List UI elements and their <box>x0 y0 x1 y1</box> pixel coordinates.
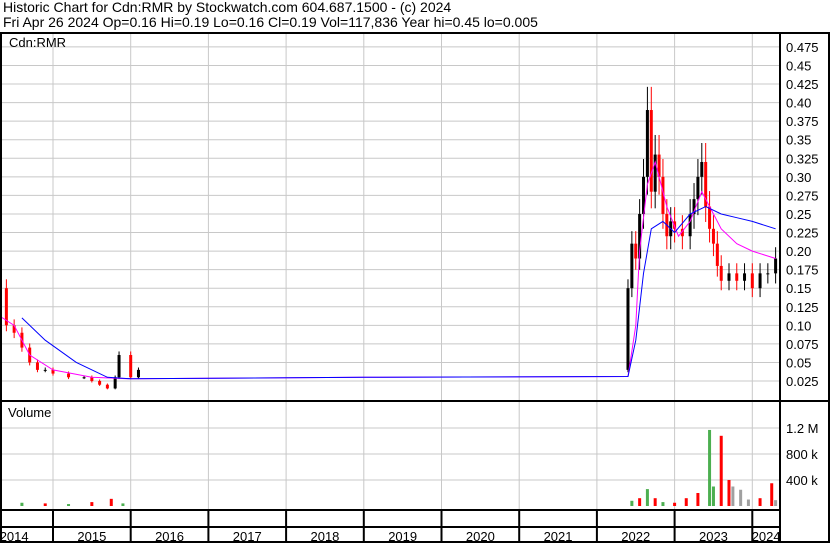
volume-tick-label: 1.2 M <box>786 421 819 436</box>
candle-body <box>67 373 71 378</box>
volume-bar <box>770 483 774 506</box>
year-label: 2021 <box>544 529 573 543</box>
year-label: 2015 <box>77 529 106 543</box>
year-label: 2014 <box>0 529 29 543</box>
volume-bar <box>20 502 24 506</box>
volume-bar <box>774 500 778 506</box>
price-tick-label: 0.475 <box>786 40 819 55</box>
candle-body <box>98 381 102 385</box>
candle-body <box>766 273 770 275</box>
price-volume-chart: Cdn:RMR Volume 0.4750.450.4250.400.3750.… <box>0 32 830 543</box>
price-tick-label: 0.175 <box>786 263 819 278</box>
candle-body <box>136 369 140 378</box>
candle-body <box>113 377 117 389</box>
year-label: 2018 <box>310 529 339 543</box>
candle-body <box>634 243 638 259</box>
candle-body <box>696 176 700 200</box>
candle-body <box>82 377 86 379</box>
price-tick-label: 0.30 <box>786 170 811 185</box>
volume-bar <box>653 498 657 506</box>
price-tick-label: 0.05 <box>786 355 811 370</box>
volume-bar <box>630 500 634 506</box>
year-axis: 2014 2015 2016 2017 2018 2019 2020 2021 2022 2023… <box>0 529 781 543</box>
volume-bar <box>731 486 735 506</box>
volume-bar <box>43 503 47 506</box>
candle-body <box>715 243 719 266</box>
volume-axis: 1.2 M 800 k 400 k <box>786 421 819 488</box>
price-tick-label: 0.225 <box>786 226 819 241</box>
volume-bar <box>696 493 700 506</box>
year-label: 2023 <box>699 529 728 543</box>
candle-body <box>117 355 121 378</box>
year-label: 2022 <box>621 529 650 543</box>
volume-tick-label: 800 k <box>786 447 818 462</box>
volume-bar <box>90 502 94 506</box>
volume-bar <box>645 489 649 506</box>
price-tick-label: 0.25 <box>786 207 811 222</box>
candle-body <box>700 161 704 177</box>
candle-body <box>743 273 747 281</box>
candle-body <box>735 273 739 281</box>
price-tick-label: 0.125 <box>786 300 819 315</box>
candle-body <box>105 384 109 389</box>
candle-body <box>774 258 778 274</box>
candle-body <box>630 243 634 289</box>
candle-body <box>645 110 649 177</box>
candle-body <box>653 154 657 192</box>
candle-body <box>35 362 39 370</box>
price-tick-label: 0.20 <box>786 244 811 259</box>
candle-body <box>626 288 630 370</box>
volume-bar <box>739 489 743 506</box>
volume-bar <box>746 499 750 506</box>
volume-bar <box>727 480 731 506</box>
price-tick-label: 0.025 <box>786 374 819 389</box>
volume-bar <box>719 435 723 506</box>
volume-bar <box>711 486 715 506</box>
price-tick-label: 0.425 <box>786 77 819 92</box>
volume-bar <box>661 502 665 506</box>
candle-body <box>708 206 712 229</box>
candle-body <box>727 273 731 281</box>
candle-body <box>750 273 754 289</box>
grid-lines <box>0 33 780 543</box>
volume-tick-label: 400 k <box>786 473 818 488</box>
price-tick-label: 0.075 <box>786 337 819 352</box>
candle-body <box>758 273 762 289</box>
price-tick-label: 0.10 <box>786 318 811 333</box>
candle-body <box>43 369 47 371</box>
price-tick-label: 0.275 <box>786 188 819 203</box>
price-tick-label: 0.325 <box>786 151 819 166</box>
volume-bar <box>684 498 688 506</box>
volume-bar <box>67 504 71 506</box>
volume-bar <box>109 498 113 506</box>
price-axis: 0.475 0.45 0.425 0.40 0.375 0.35 0.325 0.30 0.27… <box>786 40 819 389</box>
candle-body <box>90 377 94 381</box>
price-tick-label: 0.45 <box>786 58 811 73</box>
year-label: 2020 <box>466 529 495 543</box>
price-tick-label: 0.35 <box>786 133 811 148</box>
volume-bar <box>708 429 712 506</box>
price-tick-label: 0.375 <box>786 114 819 129</box>
candle-body <box>649 110 653 192</box>
year-label: 2017 <box>233 529 262 543</box>
volume-bar <box>121 503 125 506</box>
candle-body <box>719 265 723 281</box>
year-label: 2016 <box>155 529 184 543</box>
volume-bar <box>758 498 762 506</box>
symbol-label: Cdn:RMR <box>9 35 66 50</box>
price-tick-label: 0.40 <box>786 96 811 111</box>
candle-body <box>129 355 133 378</box>
volume-bars <box>0 429 778 506</box>
chart-window: Historic Chart for Cdn:RMR by Stockwatch… <box>0 0 830 543</box>
volume-bar <box>638 498 642 506</box>
price-tick-label: 0.15 <box>786 281 811 296</box>
volume-label: Volume <box>8 405 51 420</box>
candle-body <box>711 228 715 244</box>
year-label: 2019 <box>388 529 417 543</box>
volume-bar <box>673 502 677 506</box>
year-label: 2024 <box>752 529 781 543</box>
